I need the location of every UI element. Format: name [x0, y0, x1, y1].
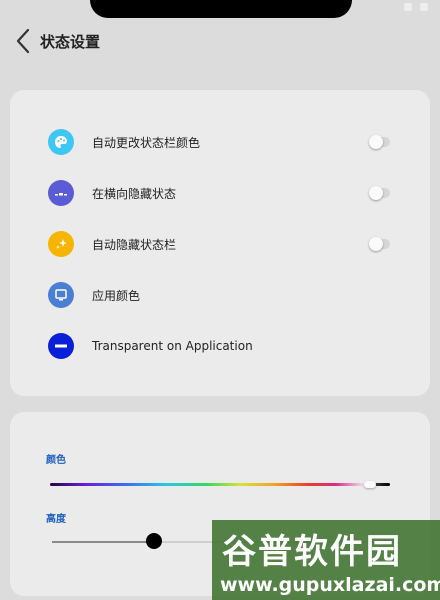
height-slider-thumb[interactable] [146, 533, 162, 549]
chevron-left-icon [16, 28, 30, 54]
watermark-brand: 谷普软件园 [222, 532, 402, 572]
setting-label: Transparent on Application [92, 339, 253, 353]
minus-circle-icon [48, 333, 74, 359]
auto-hide-toggle[interactable] [369, 237, 390, 251]
back-button[interactable] [6, 24, 40, 58]
palette-icon [48, 129, 74, 155]
app-header: 状态设置 [0, 24, 440, 58]
camera-notch [90, 0, 352, 18]
sparkle-icon [48, 231, 74, 257]
monitor-icon [48, 282, 74, 308]
setting-row-app-color[interactable]: 应用颜色 [10, 275, 430, 315]
setting-row-transparent[interactable]: Transparent on Application [10, 326, 430, 366]
setting-label: 在横向隐藏状态 [92, 186, 177, 201]
status-bar-icons [404, 3, 428, 11]
color-spectrum-slider[interactable] [50, 483, 390, 486]
battery-icon [420, 3, 428, 11]
setting-label: 应用颜色 [92, 288, 141, 303]
watermark-url: www.gupuxlazai.com [220, 574, 440, 596]
height-label: 高度 [46, 514, 66, 525]
color-slider-thumb[interactable] [363, 481, 376, 488]
color-label: 颜色 [46, 455, 66, 466]
page-title: 状态设置 [40, 32, 101, 51]
watermark-logo: 谷普软件园 www.gupuxlazai.com [212, 520, 440, 600]
setting-row-hide-landscape[interactable]: 在横向隐藏状态 [10, 173, 430, 213]
settings-card: 自动更改状态栏颜色 在横向隐藏状态 自动隐藏状态栏 应用颜色 Transpare… [10, 90, 430, 396]
setting-label: 自动隐藏状态栏 [92, 237, 177, 252]
setting-row-auto-hide[interactable]: 自动隐藏状态栏 [10, 224, 430, 264]
signal-bar-icon [48, 180, 74, 206]
setting-row-auto-color[interactable]: 自动更改状态栏颜色 [10, 122, 430, 162]
setting-label: 自动更改状态栏颜色 [92, 135, 201, 150]
signal-icon [404, 3, 412, 11]
auto-color-toggle[interactable] [369, 135, 390, 149]
height-slider-fill [52, 541, 154, 543]
hide-landscape-toggle[interactable] [369, 186, 390, 200]
